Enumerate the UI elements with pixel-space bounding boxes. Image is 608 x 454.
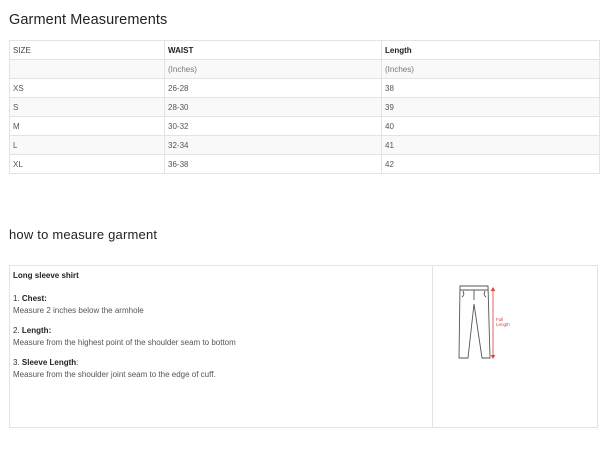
- measure-item-description: Measure 2 inches below the armhole: [13, 306, 144, 315]
- measure-item-label: Length:: [21, 326, 52, 335]
- table-row: M 30-32 40: [9, 116, 600, 136]
- cell-size: M: [9, 116, 165, 136]
- cell-size: XS: [9, 78, 165, 98]
- table-header-row: SIZE WAIST Length: [9, 40, 600, 60]
- how-to-measure-title: how to measure garment: [9, 227, 158, 242]
- header-length: Length: [381, 40, 600, 60]
- cell-length: 39: [381, 97, 600, 117]
- units-length: (Inches): [381, 59, 600, 79]
- pants-diagram-icon: Full Length: [458, 285, 510, 359]
- full-length-arrow: [490, 287, 496, 359]
- measure-instructions: Long sleeve shirt 1. Chest: Measure 2 in…: [10, 266, 433, 427]
- table-row: L 32-34 41: [9, 135, 600, 155]
- cell-waist: 30-32: [164, 116, 382, 136]
- measure-item-number: 3.: [13, 358, 20, 367]
- header-size: SIZE: [9, 40, 165, 60]
- cell-waist: 28-30: [164, 97, 382, 117]
- measure-item-chest: 1. Chest: Measure 2 inches below the arm…: [13, 293, 429, 317]
- cell-length: 41: [381, 135, 600, 155]
- cell-length: 42: [381, 154, 600, 174]
- cell-waist: 36-38: [164, 154, 382, 174]
- measure-item-description: Measure from the shoulder joint seam to …: [13, 370, 216, 379]
- table-row: XS 26-28 38: [9, 78, 600, 98]
- measure-item-sleeve-length: 3. Sleeve Length: Measure from the shoul…: [13, 357, 429, 381]
- table-row: XL 36-38 42: [9, 154, 600, 174]
- measure-item-description: Measure from the highest point of the sh…: [13, 338, 236, 347]
- measure-item-number: 2.: [13, 326, 20, 335]
- pants-outline: [458, 285, 491, 359]
- measure-item-number: 1.: [13, 294, 20, 303]
- cell-size: XL: [9, 154, 165, 174]
- measure-item-label: Chest:: [21, 294, 47, 303]
- table-units-row: (Inches) (Inches): [9, 59, 600, 79]
- measure-item-length: 2. Length: Measure from the highest poin…: [13, 325, 429, 349]
- full-length-label-line2: Length: [496, 322, 510, 327]
- header-waist: WAIST: [164, 40, 382, 60]
- cell-waist: 32-34: [164, 135, 382, 155]
- measure-guide-box: Long sleeve shirt 1. Chest: Measure 2 in…: [9, 265, 598, 428]
- cell-length: 38: [381, 78, 600, 98]
- cell-waist: 26-28: [164, 78, 382, 98]
- cell-size: S: [9, 97, 165, 117]
- table-row: S 28-30 39: [9, 97, 600, 117]
- units-size: [9, 59, 165, 79]
- cell-length: 40: [381, 116, 600, 136]
- garment-type-heading: Long sleeve shirt: [13, 271, 79, 280]
- cell-size: L: [9, 135, 165, 155]
- size-chart-table: SIZE WAIST Length (Inches) (Inches) XS 2…: [9, 40, 600, 174]
- page-title: Garment Measurements: [9, 12, 168, 28]
- measure-diagram-panel: Full Length: [433, 266, 598, 427]
- measure-item-suffix: :: [76, 358, 79, 367]
- units-waist: (Inches): [164, 59, 382, 79]
- measure-item-label: Sleeve Length: [21, 358, 77, 367]
